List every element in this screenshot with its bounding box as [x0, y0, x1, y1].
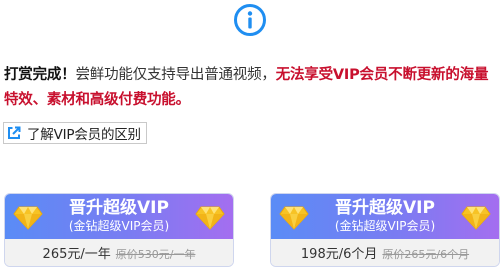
vip-upsell-dialog: 打赏完成！尝鲜功能仅支持导出普通视频，无法享受VIP会员不断更新的海量特效、素材… [0, 0, 501, 272]
plan-price-row: 198元/6个月 原价265元/6个月 [271, 239, 499, 266]
plan-card-header: 晋升超级VIP (金钻超级VIP会员) [5, 194, 233, 241]
vip-compare-link[interactable]: 了解VIP会员的区别 [3, 122, 147, 144]
plan-price-row: 265元/一年 原价530元/一年 [5, 239, 233, 266]
plan-card-header: 晋升超级VIP (金钻超级VIP会员) [271, 194, 499, 241]
info-icon [234, 4, 266, 36]
diamond-icon [195, 206, 225, 230]
vip-compare-label: 了解VIP会员的区别 [27, 127, 141, 143]
plan-price: 265元/一年 [42, 247, 111, 262]
plan-card-half-year[interactable]: 晋升超级VIP (金钻超级VIP会员) 198元/6个月 原价265元/6个月 [270, 193, 500, 267]
message-body: 尝鲜功能仅支持导出普通视频， [75, 67, 276, 83]
plan-original-price: 原价530元/一年 [115, 248, 196, 261]
plan-card-yearly[interactable]: 晋升超级VIP (金钻超级VIP会员) 265元/一年 原价530元/一年 [4, 193, 234, 267]
completion-message: 打赏完成！尝鲜功能仅支持导出普通视频，无法享受VIP会员不断更新的海量特效、素材… [4, 63, 498, 113]
plan-price: 198元/6个月 [300, 247, 378, 262]
diamond-icon [461, 206, 491, 230]
external-link-icon [8, 126, 21, 139]
plan-original-price: 原价265元/6个月 [382, 248, 470, 261]
message-prefix: 打赏完成！ [4, 67, 76, 83]
